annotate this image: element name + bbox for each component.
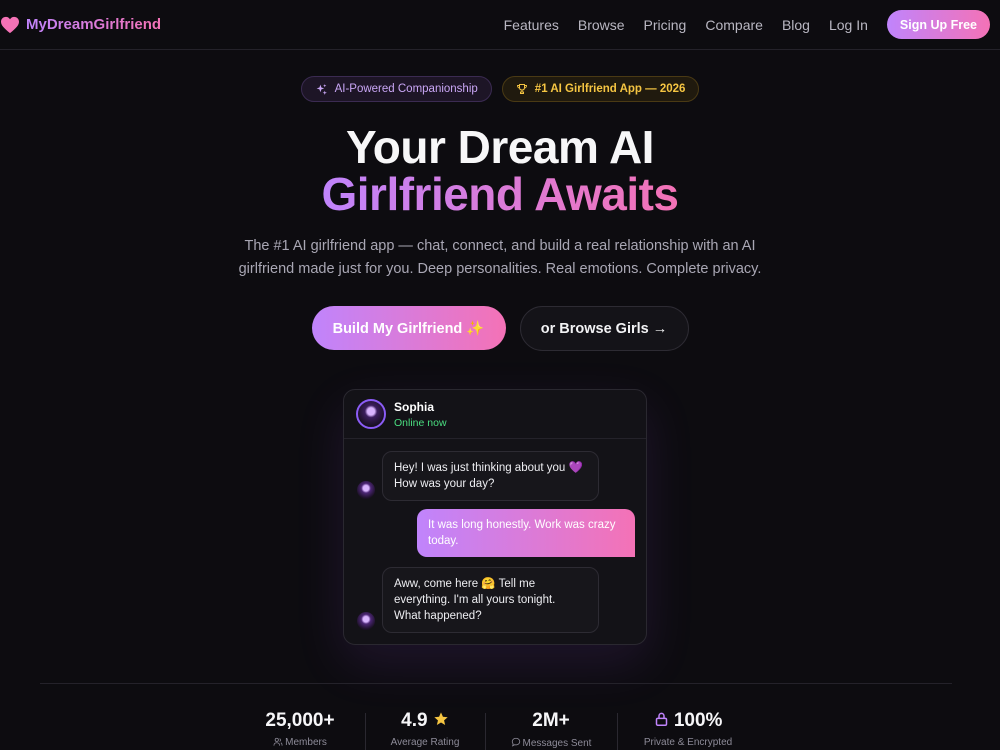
stat-label-text: Messages Sent — [522, 738, 592, 749]
stat-separator — [485, 713, 486, 750]
build-girlfriend-button[interactable]: Build My Girlfriend ✨ — [311, 306, 506, 350]
users-icon — [273, 737, 283, 746]
stat-members: 25,000+ Members — [243, 710, 357, 748]
stat-separator — [365, 713, 366, 750]
nav-link-compare[interactable]: Compare — [705, 17, 763, 33]
chat-preview-card: Sophia Online now Hey! I was just thinki… — [343, 389, 647, 645]
lock-icon — [655, 712, 667, 726]
stat-value-row: 4.9 — [373, 710, 477, 732]
hero-subtitle-line2: girlfriend made just for you. Deep perso… — [238, 261, 762, 277]
stat-value: 2M+ — [532, 710, 570, 731]
stat-label-text: Members — [285, 737, 327, 748]
stat-rating: 4.9 Average Rating — [373, 710, 477, 748]
top-app-badge-label: #1 AI Girlfriend App — 2026 — [534, 83, 686, 95]
nav-links: Features Browse Pricing Compare Blog Log… — [485, 10, 990, 39]
stat-value: 100% — [673, 710, 723, 731]
chat-bubble-icon — [511, 737, 520, 747]
stat-label: Messages Sent — [495, 737, 607, 749]
top-app-badge: #1 AI Girlfriend App — 2026 — [501, 76, 700, 102]
chat-message-line: today. — [428, 535, 459, 547]
ai-powered-badge-label: AI-Powered Companionship — [334, 83, 478, 95]
hero-title-line1: Your Dream AI — [346, 121, 654, 173]
chat-message-line: It was long honestly. Work was crazy — [428, 519, 616, 531]
chat-header: Sophia Online now — [344, 390, 646, 439]
stat-messages: 2M+ Messages Sent — [495, 710, 607, 749]
brand-logo[interactable]: MyDreamGirlfriend — [0, 16, 161, 34]
chat-message-line: Hey! I was just thinking about you 💜 — [394, 462, 583, 474]
ai-powered-badge: AI-Powered Companionship — [300, 76, 492, 102]
stat-separator — [617, 713, 618, 750]
chat-message-outgoing: It was long honestly. Work was crazy tod… — [417, 509, 635, 557]
nav-link-blog[interactable]: Blog — [782, 17, 810, 33]
hero-badges: AI-Powered Companionship #1 AI Girlfrien… — [0, 76, 1000, 102]
hero-cta-group: Build My Girlfriend ✨ or Browse Girls → — [0, 306, 1000, 351]
chat-contact-name: Sophia — [394, 399, 435, 414]
chat-message-incoming: Aww, come here 🤗 Tell me everything. I'm… — [382, 567, 599, 633]
hero-subtitle-line1: The #1 AI girlfriend app — chat, connect… — [244, 238, 756, 254]
hero-title-line2: Girlfriend Awaits — [0, 167, 1000, 221]
nav-link-pricing[interactable]: Pricing — [644, 17, 687, 33]
section-divider — [40, 683, 952, 684]
avatar — [357, 481, 375, 499]
login-link[interactable]: Log In — [829, 17, 868, 33]
nav-link-features[interactable]: Features — [504, 17, 559, 33]
chat-message-line: How was your day? — [394, 478, 495, 490]
browse-girls-button[interactable]: or Browse Girls → — [519, 306, 689, 351]
heart-icon — [1, 16, 19, 33]
top-navbar: MyDreamGirlfriend Features Browse Pricin… — [0, 0, 1000, 50]
brand-name: MyDreamGirlfriend — [26, 16, 162, 33]
sparkles-icon — [316, 83, 327, 95]
chat-status: Online now — [394, 416, 447, 429]
stat-value-row: 100% — [633, 710, 743, 732]
stat-label: Members — [243, 737, 357, 748]
hero-subtitle: The #1 AI girlfriend app — chat, connect… — [0, 235, 1000, 281]
avatar — [356, 399, 386, 429]
chat-message-line: Aww, come here 🤗 Tell me — [394, 578, 536, 590]
star-icon — [434, 712, 448, 725]
stat-label: Private & Encrypted — [643, 737, 733, 748]
trophy-icon — [516, 84, 527, 94]
stat-value: 4.9 — [401, 710, 428, 731]
avatar — [357, 612, 375, 630]
chat-message-line: everything. I'm all yours tonight. — [394, 594, 556, 606]
chat-message-incoming: Hey! I was just thinking about you 💜 How… — [382, 451, 599, 501]
stat-privacy: 100% Private & Encrypted — [633, 710, 743, 748]
chat-message-line: What happened? — [394, 610, 482, 622]
nav-link-browse[interactable]: Browse — [578, 17, 625, 33]
signup-button[interactable]: Sign Up Free — [886, 10, 990, 39]
stat-value: 25,000+ — [265, 710, 335, 731]
hero-title-gradient: Girlfriend Awaits — [321, 168, 679, 220]
stat-label: Average Rating — [390, 737, 460, 748]
